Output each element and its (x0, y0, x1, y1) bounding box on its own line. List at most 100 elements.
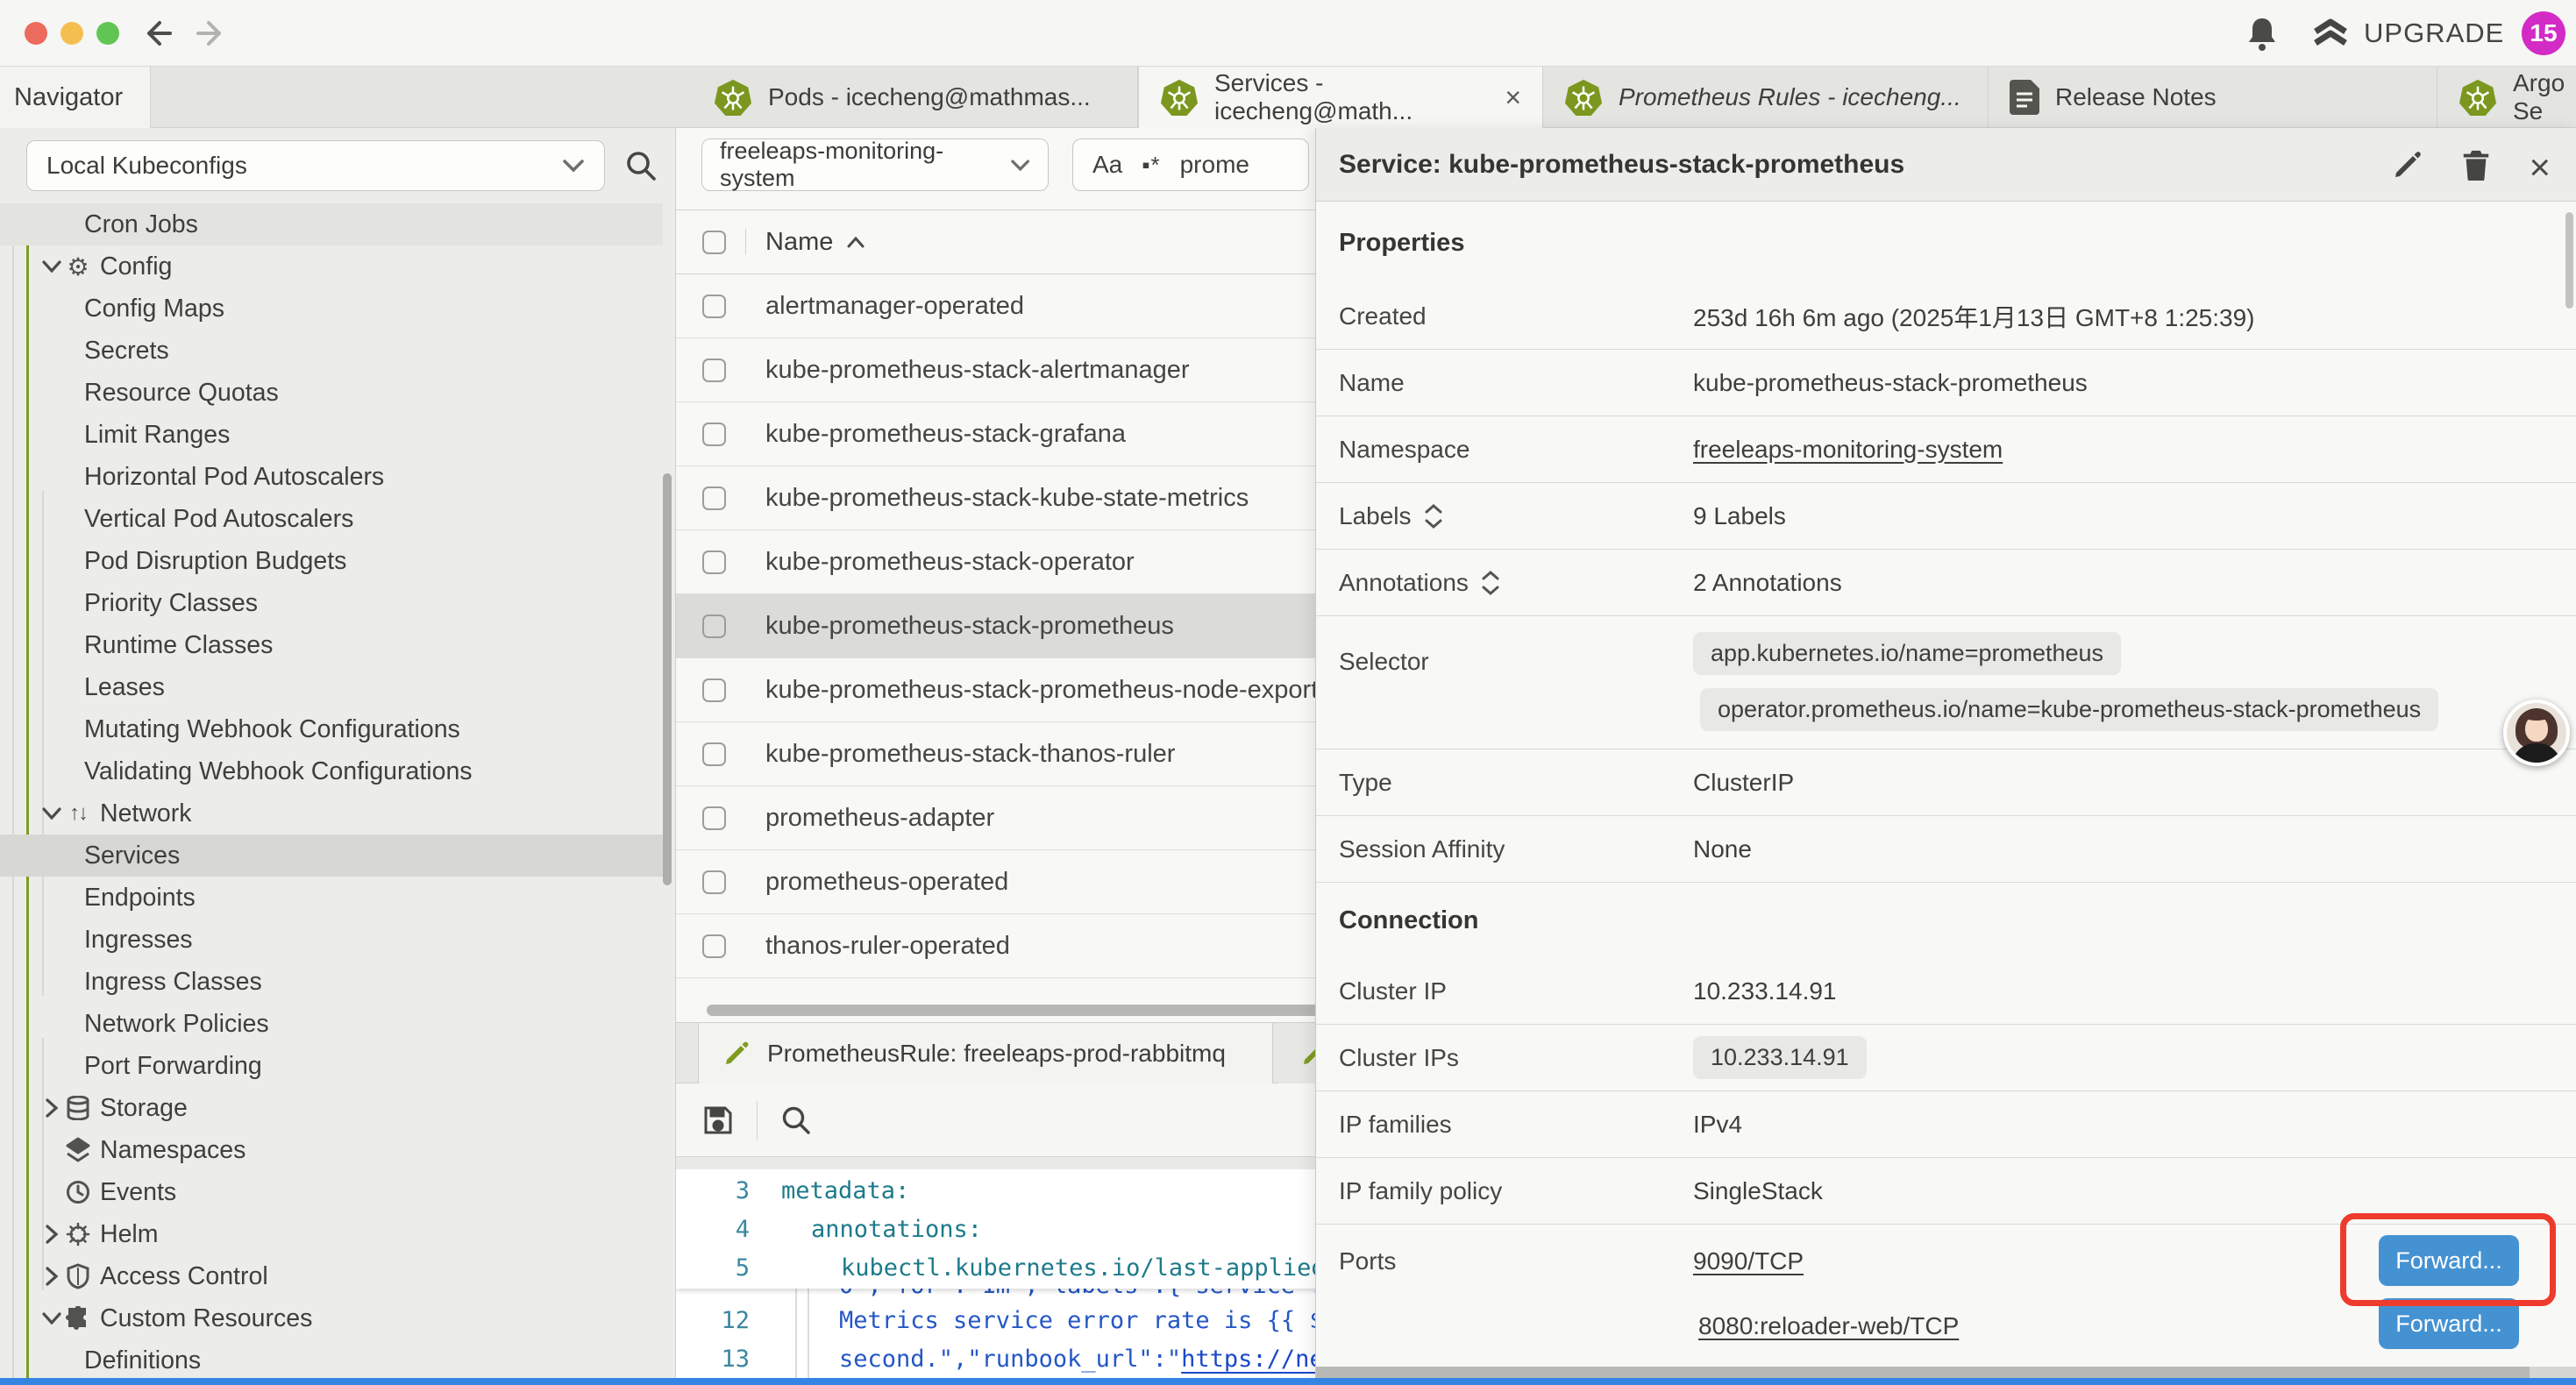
tab-services-active[interactable]: Services - icecheng@math... × (1138, 67, 1543, 128)
row-checkbox[interactable] (702, 295, 726, 318)
row-checkbox[interactable] (702, 806, 726, 830)
notifications-bell-icon[interactable] (2245, 15, 2280, 53)
sidebar-item-mutating-webhook-configurations[interactable]: Mutating Webhook Configurations (0, 708, 663, 750)
sidebar-item-network[interactable]: ↑↓ Network (0, 792, 663, 835)
sidebar-item-ingresses[interactable]: Ingresses (0, 919, 663, 961)
sidebar-item-port-forwarding[interactable]: Port Forwarding (0, 1045, 663, 1087)
port-link-9090[interactable]: 9090/TCP (1693, 1247, 1804, 1275)
name-filter-input[interactable]: Aa ▪* prome (1072, 138, 1309, 191)
document-icon (2010, 80, 2039, 115)
tab-pods[interactable]: Pods - icecheng@mathmas... (693, 67, 1138, 128)
namespace-selector[interactable]: freeleaps-monitoring-system (701, 138, 1049, 191)
avatar[interactable] (2503, 700, 2570, 766)
code-link[interactable]: https://net (1181, 1346, 1334, 1373)
sidebar-item-ingress-classes[interactable]: Ingress Classes (0, 961, 663, 1003)
forward-icon[interactable] (195, 16, 230, 51)
sidebar-item-services[interactable]: Services (0, 835, 663, 877)
edit-pencil-icon (723, 1041, 750, 1067)
close-panel-icon[interactable]: × (2529, 149, 2551, 181)
sidebar-item-secrets[interactable]: Secrets (0, 330, 663, 372)
table-row[interactable]: kube-prometheus-stack-operator (676, 530, 1334, 594)
table-row[interactable]: alertmanager-operated (676, 274, 1334, 338)
row-checkbox[interactable] (702, 934, 726, 958)
close-window-button[interactable] (25, 22, 47, 45)
sidebar-item-pod-disruption-budgets[interactable]: Pod Disruption Budgets (0, 540, 663, 582)
table-row[interactable]: prometheus-adapter (676, 786, 1334, 850)
services-table: alertmanager-operated kube-prometheus-st… (676, 274, 1334, 978)
sidebar-item-helm[interactable]: Helm (0, 1213, 663, 1255)
namespace-link[interactable]: freeleaps-monitoring-system (1693, 436, 2003, 464)
match-case-toggle[interactable]: Aa (1092, 151, 1122, 179)
name-column-header[interactable]: Name (765, 228, 865, 257)
sidebar-item-limit-ranges[interactable]: Limit Ranges (0, 414, 663, 456)
table-row[interactable]: kube-prometheus-stack-grafana (676, 402, 1334, 466)
row-checkbox[interactable] (702, 487, 726, 510)
sidebar-scrollbar[interactable] (663, 473, 672, 885)
row-checkbox[interactable] (702, 423, 726, 446)
sidebar-item-vertical-pod-autoscalers[interactable]: Vertical Pod Autoscalers (0, 498, 663, 540)
table-row[interactable]: kube-prometheus-stack-thanos-ruler (676, 722, 1334, 786)
port-link-8080[interactable]: 8080:reloader-web/TCP (1698, 1312, 1959, 1340)
notification-count-badge[interactable]: 15 (2522, 11, 2565, 55)
editor-gap (676, 1157, 1334, 1169)
table-row[interactable]: kube-prometheus-stack-kube-state-metrics (676, 466, 1334, 530)
sidebar-item-events[interactable]: Events (0, 1171, 663, 1213)
table-row[interactable]: thanos-ruler-operated (676, 914, 1334, 978)
sidebar-item-network-policies[interactable]: Network Policies (0, 1003, 663, 1045)
table-horizontal-scrollbar[interactable] (707, 1005, 1334, 1016)
code-line: 4 annotations: (676, 1210, 1334, 1248)
sidebar-item-runtime-classes[interactable]: Runtime Classes (0, 624, 663, 666)
minimize-window-button[interactable] (60, 22, 83, 45)
editor-search-icon[interactable] (780, 1104, 812, 1136)
table-row[interactable]: kube-prometheus-stack-alertmanager (676, 338, 1334, 402)
tab-release-notes[interactable]: Release Notes (1989, 67, 2437, 128)
sidebar-item-storage[interactable]: Storage (0, 1087, 663, 1129)
table-row[interactable]: prometheus-operated (676, 850, 1334, 914)
detail-horizontal-scrollbar[interactable] (1316, 1367, 2530, 1378)
select-all-checkbox[interactable] (702, 231, 726, 254)
tab-prometheus-rules[interactable]: Prometheus Rules - icecheng... (1543, 67, 1989, 128)
row-checkbox[interactable] (702, 614, 726, 638)
sticky-scroll-context: 3 metadata: 4 annotations: 5 kubectl.kub… (676, 1169, 1334, 1289)
sidebar-search-icon[interactable] (624, 149, 658, 182)
connection-section-heading: Connection (1316, 883, 2576, 958)
regex-toggle[interactable]: ▪* (1142, 152, 1160, 179)
sidebar-item-config-maps[interactable]: Config Maps (0, 288, 663, 330)
row-checkbox[interactable] (702, 870, 726, 894)
sidebar-item-access-control[interactable]: Access Control (0, 1255, 663, 1297)
back-icon[interactable] (139, 16, 174, 51)
tab-argo[interactable]: Argo Se (2437, 67, 2576, 128)
kubeconfig-selector[interactable]: Local Kubeconfigs (26, 140, 605, 191)
edit-pencil-icon[interactable] (2392, 149, 2423, 181)
expander-icon[interactable] (1481, 570, 1500, 596)
delete-trash-icon[interactable] (2460, 149, 2492, 181)
row-checkbox[interactable] (702, 678, 726, 702)
table-row-selected[interactable]: kube-prometheus-stack-prometheus (676, 594, 1334, 658)
zoom-window-button[interactable] (96, 22, 119, 45)
sidebar-item-validating-webhook-configurations[interactable]: Validating Webhook Configurations (0, 750, 663, 792)
close-tab-icon[interactable]: × (1505, 83, 1521, 111)
sidebar-item-cron-jobs[interactable]: Cron Jobs (0, 203, 663, 245)
editor-tab-prometheusrule[interactable]: PrometheusRule: freeleaps-prod-rabbitmq (698, 1023, 1273, 1084)
sidebar-item-endpoints[interactable]: Endpoints (0, 877, 663, 919)
row-checkbox[interactable] (702, 742, 726, 766)
row-checkbox[interactable] (702, 550, 726, 574)
row-checkbox[interactable] (702, 359, 726, 382)
sidebar-item-resource-quotas[interactable]: Resource Quotas (0, 372, 663, 414)
labels-row: Labels 9 Labels (1316, 483, 2576, 550)
navigator-panel-tab[interactable]: Navigator (0, 67, 151, 128)
toolbar-divider (757, 1101, 758, 1140)
table-row[interactable]: kube-prometheus-stack-prometheus-node-ex… (676, 658, 1334, 722)
sidebar-item-config[interactable]: ⚙ Config (0, 245, 663, 288)
sidebar-item-definitions[interactable]: Definitions (0, 1339, 663, 1381)
save-icon[interactable] (702, 1104, 734, 1136)
upgrade-button[interactable]: UPGRADE (2311, 14, 2504, 53)
yaml-editor[interactable]: 0","for":"1m","labels":{"service":"f 12 … (676, 1169, 1334, 1385)
sidebar-item-horizontal-pod-autoscalers[interactable]: Horizontal Pod Autoscalers (0, 456, 663, 498)
sort-ascending-icon (847, 236, 865, 248)
expander-icon[interactable] (1424, 503, 1443, 529)
sidebar-item-custom-resources[interactable]: Custom Resources (0, 1297, 663, 1339)
sidebar-item-namespaces[interactable]: Namespaces (0, 1129, 663, 1171)
sidebar-item-priority-classes[interactable]: Priority Classes (0, 582, 663, 624)
sidebar-item-leases[interactable]: Leases (0, 666, 663, 708)
